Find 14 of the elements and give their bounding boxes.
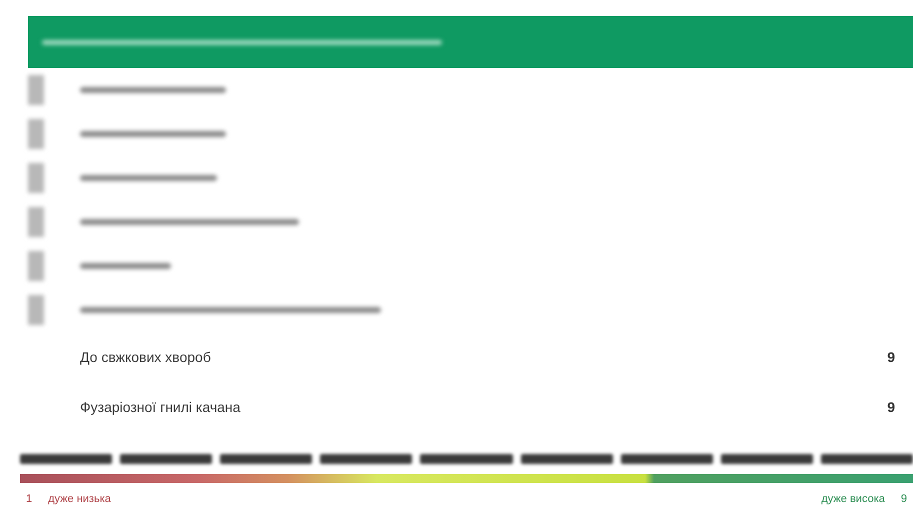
scale-label: дуже низька	[48, 492, 111, 507]
blurred-marker	[28, 75, 44, 105]
blurred-marker	[28, 251, 44, 281]
trait-name: Фузаріозної гнилі качана	[80, 398, 240, 417]
blurred-marker	[28, 163, 44, 193]
trait-name: До свжкових хвороб	[80, 348, 211, 367]
scale-number: 1	[26, 492, 32, 507]
scale-label: дуже висока	[821, 492, 885, 507]
blurred-marker	[28, 207, 44, 237]
scale-number: 9	[900, 492, 907, 507]
trait-score: 9	[887, 348, 895, 366]
trait-score: 9	[887, 398, 895, 416]
blurred-marker	[28, 119, 44, 149]
blurred-marker	[28, 295, 44, 325]
